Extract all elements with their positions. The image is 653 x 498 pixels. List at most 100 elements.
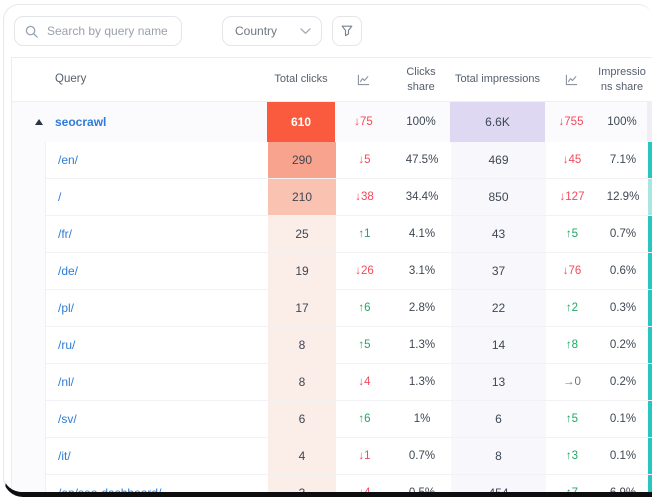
table-row[interactable]: /en/290↓547.5%469↓457.1%: [46, 142, 652, 179]
clicks-share-cell: 1.3%: [393, 364, 451, 400]
total-clicks-cell: 290: [268, 142, 336, 178]
search-input[interactable]: [45, 23, 171, 39]
clicks-share-cell: 3.1%: [393, 253, 451, 289]
table-row[interactable]: /fr/25↑14.1%43↑50.7%: [46, 216, 652, 253]
country-select-label: Country: [235, 24, 277, 38]
query-link[interactable]: /de/: [58, 264, 78, 278]
total-clicks-cell: 8: [268, 364, 336, 400]
clicks-share-cell: 100%: [392, 102, 450, 142]
table-row[interactable]: /nl/8↓41.3%13→00.2%: [46, 364, 652, 401]
impressions-share-cell: 0.1%: [598, 401, 648, 437]
impressions-share-cell: 7.1%: [598, 142, 648, 178]
impressions-delta-cell: ↑5: [546, 216, 598, 252]
query-cell: /ru/: [46, 327, 268, 363]
clicks-delta-cell: ↑1: [336, 216, 393, 252]
clicks-delta: ↑6: [358, 302, 370, 314]
clicks-delta-cell: ↓26: [336, 253, 393, 289]
column-header-total-impressions[interactable]: Total impressions: [450, 72, 545, 86]
query-link[interactable]: /it/: [58, 449, 71, 463]
impressions-share-cell: 0.1%: [598, 438, 648, 474]
impressions-share-cell: 0.2%: [598, 327, 648, 363]
search-icon: [25, 25, 38, 38]
impressions-share-cell: 6.9%: [598, 475, 648, 497]
query-cell: /fr/: [46, 216, 268, 252]
impressions-delta: ↑5: [566, 228, 578, 240]
impressions-delta: ↓45: [563, 154, 582, 166]
clicks-share-cell: 2.8%: [393, 290, 451, 326]
query-link[interactable]: /ru/: [58, 338, 75, 352]
chart-icon: [565, 74, 578, 86]
query-link[interactable]: seocrawl: [55, 115, 106, 129]
table-row[interactable]: /sv/6↑61%6↑50.1%: [46, 401, 652, 438]
total-clicks-cell: 19: [268, 253, 336, 289]
clicks-delta-cell: ↓4: [336, 475, 393, 497]
table-row[interactable]: /ru/8↑51.3%14↑80.2%: [46, 327, 652, 364]
table-header-row: Query Total clicks Clicks share Total im…: [12, 58, 652, 102]
filter-button[interactable]: [332, 16, 362, 46]
clicks-delta: ↓5: [358, 154, 370, 166]
table-row[interactable]: seocrawl610↓75100%6.6K↓755100%: [12, 102, 652, 142]
total-clicks-cell: 3: [268, 475, 336, 497]
total-clicks-cell: 17: [268, 290, 336, 326]
clicks-delta-cell: ↑5: [336, 327, 393, 363]
query-link[interactable]: /nl/: [58, 375, 74, 389]
position-column-stub: [647, 102, 652, 142]
table-row[interactable]: /de/19↓263.1%37↓760.6%: [46, 253, 652, 290]
impressions-share-cell: 0.7%: [598, 216, 648, 252]
query-cell: /it/: [46, 438, 268, 474]
impressions-delta: ↑8: [566, 339, 578, 351]
chevron-down-icon: [300, 28, 311, 35]
column-header-impressions-share[interactable]: Impressions share: [597, 65, 647, 94]
total-impressions-cell: 454: [451, 475, 546, 497]
column-header-clicks-chart[interactable]: [335, 74, 392, 86]
column-header-total-clicks[interactable]: Total clicks: [267, 72, 335, 86]
query-link[interactable]: /sv/: [58, 412, 77, 426]
query-cell: seocrawl: [12, 102, 267, 142]
position-column-stub: [648, 253, 652, 289]
total-clicks-cell: 610: [267, 102, 335, 142]
query-link[interactable]: /fr/: [58, 227, 72, 241]
impressions-share-cell: 0.3%: [598, 290, 648, 326]
impressions-delta: →0: [563, 376, 581, 388]
impressions-delta: ↑5: [566, 413, 578, 425]
queries-table: Query Total clicks Clicks share Total im…: [11, 57, 652, 497]
table-row[interactable]: /it/4↓10.7%8↑30.1%: [46, 438, 652, 475]
clicks-delta: ↑1: [358, 228, 370, 240]
total-impressions-cell: 6: [451, 401, 546, 437]
column-header-query[interactable]: Query: [12, 72, 267, 87]
funnel-icon: [340, 24, 354, 38]
total-impressions-cell: 850: [451, 179, 546, 215]
impressions-delta-cell: ↑7: [546, 475, 598, 497]
column-header-impressions-chart[interactable]: [545, 74, 597, 86]
position-column-stub: [648, 142, 652, 178]
country-select[interactable]: Country: [222, 16, 322, 46]
total-impressions-cell: 43: [451, 216, 546, 252]
impressions-delta: ↓76: [563, 265, 582, 277]
clicks-delta-cell: ↑6: [336, 401, 393, 437]
table-row[interactable]: /en/seo-dashboard/3↓40.5%454↑76.9%: [46, 475, 652, 497]
query-cell: /pl/: [46, 290, 268, 326]
impressions-delta: ↑7: [566, 487, 578, 497]
clicks-delta: ↓4: [358, 376, 370, 388]
column-header-clicks-share[interactable]: Clicks share: [392, 65, 450, 94]
impressions-share-cell: 12.9%: [598, 179, 648, 215]
clicks-delta-cell: ↓5: [336, 142, 393, 178]
query-link[interactable]: /: [58, 190, 61, 204]
collapse-triangle-icon[interactable]: [35, 119, 43, 125]
search-box[interactable]: [14, 16, 182, 46]
position-column-stub: [648, 475, 652, 497]
table-row[interactable]: /210↓3834.4%850↓12712.9%: [46, 179, 652, 216]
table-row[interactable]: /pl/17↑62.8%22↑20.3%: [46, 290, 652, 327]
query-link[interactable]: /en/: [58, 153, 78, 167]
child-rows-panel: /en/290↓547.5%469↓457.1%/210↓3834.4%850↓…: [45, 142, 652, 497]
impressions-delta: ↑3: [566, 450, 578, 462]
clicks-share-cell: 1.3%: [393, 327, 451, 363]
total-impressions-cell: 14: [451, 327, 546, 363]
impressions-share-cell: 100%: [597, 102, 647, 142]
total-clicks-cell: 25: [268, 216, 336, 252]
clicks-delta: ↓26: [355, 265, 374, 277]
query-cell: /en/seo-dashboard/: [46, 475, 268, 497]
total-impressions-cell: 6.6K: [450, 102, 545, 142]
query-link[interactable]: /pl/: [58, 301, 74, 315]
query-link[interactable]: /en/seo-dashboard/: [58, 486, 161, 497]
